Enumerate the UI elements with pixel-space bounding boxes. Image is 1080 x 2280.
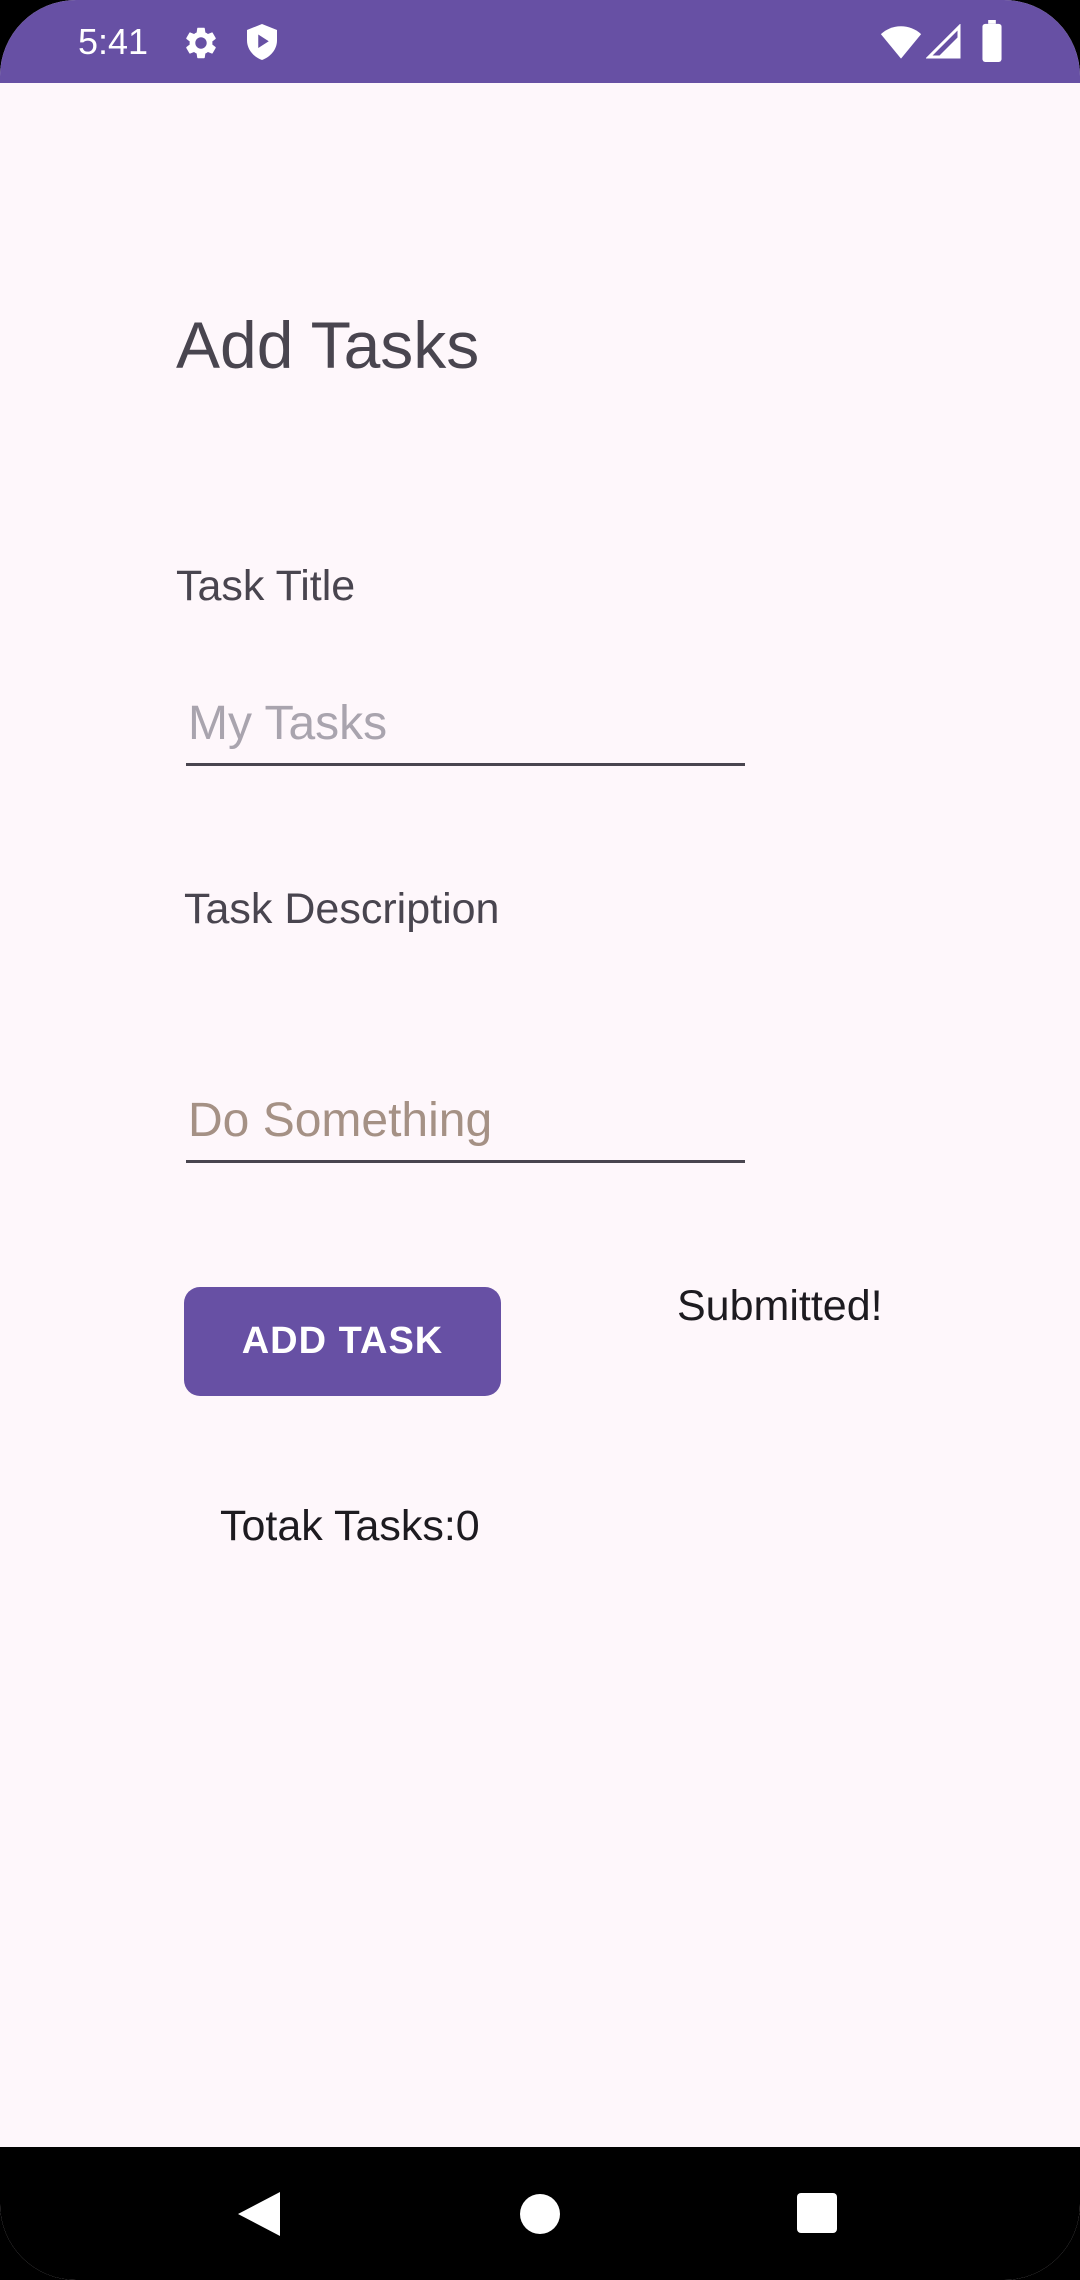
back-icon[interactable] [236, 2190, 282, 2238]
total-tasks-count: Totak Tasks:0 [220, 1502, 480, 1550]
navigation-bar [0, 2147, 1080, 2280]
phone-screen: 5:41 Add Tasks Task Title Task Descripti… [0, 0, 1080, 2280]
task-title-label: Task Title [176, 562, 356, 610]
recents-icon[interactable] [797, 2193, 837, 2233]
gear-icon [186, 27, 216, 59]
status-message: Submitted! [677, 1282, 883, 1330]
task-description-input[interactable] [186, 1087, 745, 1163]
add-task-button[interactable]: ADD TASK [184, 1287, 501, 1396]
task-description-label: Task Description [184, 885, 500, 933]
shield-play-icon [247, 24, 277, 60]
status-time: 5:41 [78, 21, 149, 62]
cellular-signal-icon [926, 24, 961, 59]
page-title: Add Tasks [176, 308, 480, 382]
battery-icon [982, 20, 1002, 62]
task-title-input[interactable] [186, 690, 745, 766]
home-icon[interactable] [519, 2193, 561, 2235]
wifi-icon [880, 26, 922, 59]
status-bar: 5:41 [0, 0, 1080, 83]
